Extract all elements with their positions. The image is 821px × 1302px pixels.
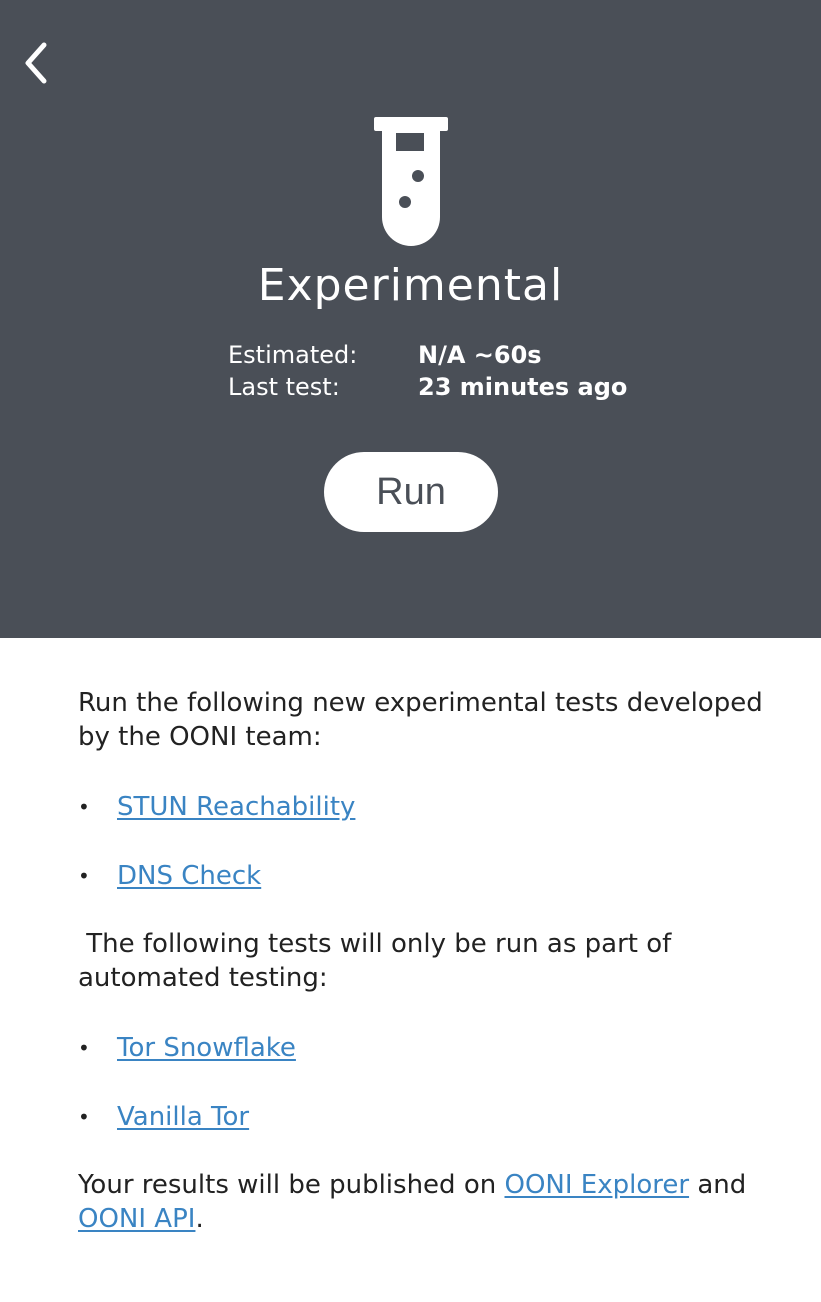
page-title: Experimental [257, 260, 564, 311]
flask-icon [374, 117, 448, 246]
list-item: • STUN Reachability [78, 772, 768, 841]
estimated-label: Estimated: [228, 341, 358, 369]
vanilla-tor-link[interactable]: Vanilla Tor [117, 1100, 249, 1134]
estimated-value: N/A ~60s [418, 341, 542, 369]
list-item: • Tor Snowflake [78, 1013, 768, 1082]
publish-middle: and [689, 1170, 755, 1200]
dns-check-link[interactable]: DNS Check [117, 859, 261, 893]
bullet-icon: • [78, 863, 90, 888]
stun-reachability-link[interactable]: STUN Reachability [117, 790, 355, 824]
publish-text: Your results will be published on OONI E… [78, 1168, 768, 1236]
list-item: • Vanilla Tor [78, 1082, 768, 1151]
test-header: Experimental Estimated: N/A ~60s Last te… [0, 0, 821, 638]
tor-snowflake-link[interactable]: Tor Snowflake [117, 1031, 296, 1065]
automated-intro-text: The following tests will only be run as … [78, 929, 680, 993]
bullet-icon: • [78, 794, 90, 819]
automated-test-list: • Tor Snowflake • Vanilla Tor [78, 1013, 768, 1151]
publish-prefix: Your results will be published on [78, 1170, 505, 1200]
bullet-icon: • [78, 1035, 90, 1060]
description: Run the following new experimental tests… [78, 686, 768, 1236]
last-test-value: 23 minutes ago [418, 373, 628, 401]
bullet-icon: • [78, 1104, 90, 1129]
back-button[interactable] [14, 38, 58, 88]
experimental-test-list: • STUN Reachability • DNS Check [78, 772, 768, 910]
run-button[interactable]: Run [324, 452, 498, 532]
last-test-label: Last test: [228, 373, 340, 401]
chevron-left-icon [25, 42, 47, 84]
list-item: • DNS Check [78, 841, 768, 910]
intro-text: Run the following new experimental tests… [78, 688, 763, 752]
ooni-api-link[interactable]: OONI API [78, 1204, 195, 1234]
ooni-explorer-link[interactable]: OONI Explorer [504, 1170, 689, 1200]
publish-suffix: . [195, 1204, 204, 1234]
